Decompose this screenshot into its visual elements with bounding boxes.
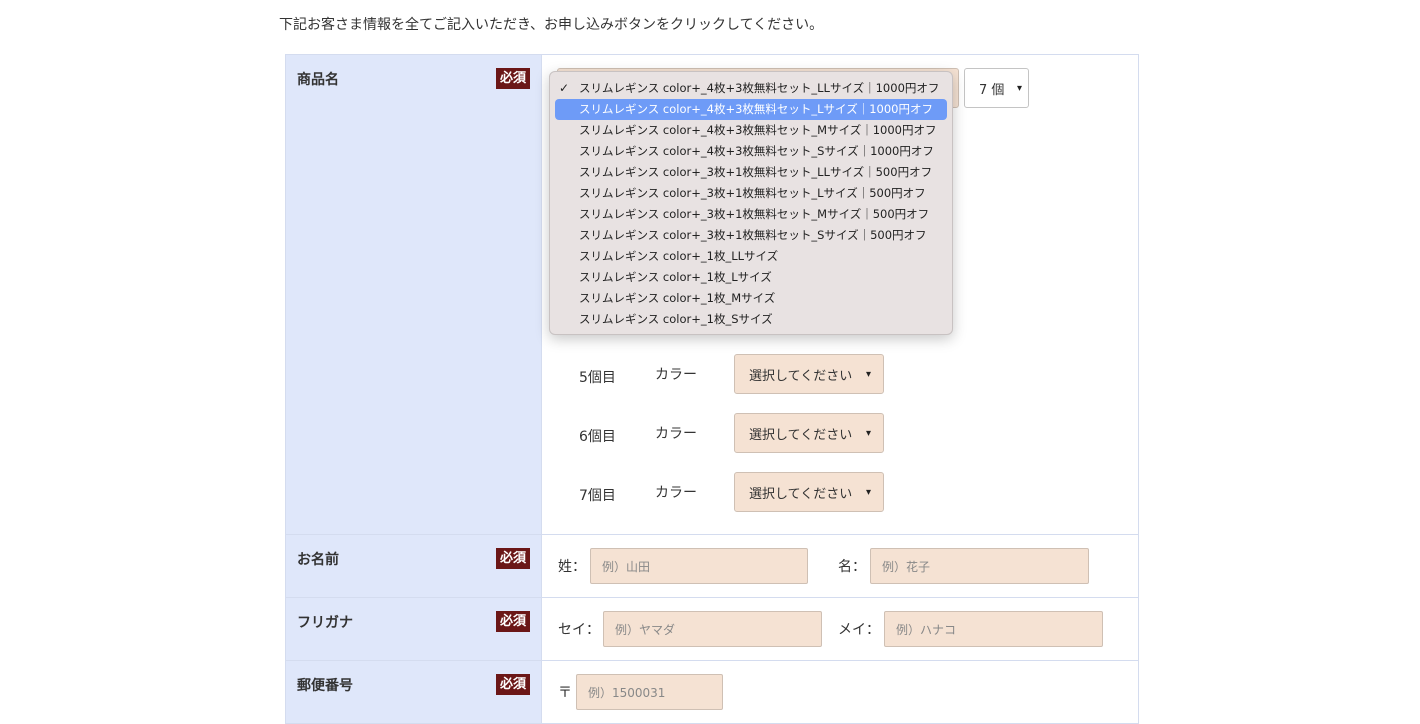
checkmark-icon: ✓ (559, 81, 570, 95)
color-label: カラー (655, 426, 697, 442)
dropdown-option[interactable]: ✓ スリムレギンス color+_4枚+3枚無料セット_LLサイズ｜1000円オフ (555, 78, 947, 99)
chevron-down-icon: ▾ (865, 427, 871, 439)
last-kana-label: セイ： (558, 622, 600, 638)
first-kana-label: メイ： (838, 622, 880, 638)
dropdown-option[interactable]: スリムレギンス color+_4枚+3枚無料セット_Lサイズ｜1000円オフ (555, 99, 947, 120)
dropdown-option-label: スリムレギンス color+_4枚+3枚無料セット_Mサイズ｜1000円オフ (579, 123, 937, 137)
dropdown-option[interactable]: スリムレギンス color+_1枚_Mサイズ (555, 288, 947, 309)
color-select-5[interactable]: 選択してください ▾ (734, 354, 884, 394)
kana-label: フリガナ (297, 615, 353, 631)
dropdown-option-label: スリムレギンス color+_4枚+3枚無料セット_Sサイズ｜1000円オフ (579, 144, 934, 158)
dropdown-option-label: スリムレギンス color+_1枚_LLサイズ (579, 249, 779, 263)
color-select-value: 選択してください (749, 486, 853, 502)
dropdown-option-label: スリムレギンス color+_1枚_Lサイズ (579, 270, 772, 284)
item-number: 7個目 (579, 488, 616, 504)
name-label-cell: お名前 必須 (286, 535, 542, 597)
dropdown-option[interactable]: スリムレギンス color+_1枚_Lサイズ (555, 267, 947, 288)
dropdown-option-label: スリムレギンス color+_3枚+1枚無料セット_Mサイズ｜500円オフ (579, 207, 930, 221)
dropdown-option[interactable]: スリムレギンス color+_3枚+1枚無料セット_LLサイズ｜500円オフ (555, 162, 947, 183)
dropdown-option-label: スリムレギンス color+_1枚_Sサイズ (579, 312, 773, 326)
zip-input[interactable]: 例）1500031 (576, 674, 723, 710)
color-label: カラー (655, 367, 697, 383)
zip-label-cell: 郵便番号 必須 (286, 661, 542, 723)
item-number: 5個目 (579, 370, 616, 386)
item-number: 6個目 (579, 429, 616, 445)
quantity-value: 7 個 (979, 82, 1005, 98)
required-badge: 必須 (495, 674, 530, 695)
chevron-down-icon: ▾ (865, 486, 871, 498)
dropdown-option[interactable]: スリムレギンス color+_4枚+3枚無料セット_Mサイズ｜1000円オフ (555, 120, 947, 141)
color-select-6[interactable]: 選択してください ▾ (734, 413, 884, 453)
first-kana-input[interactable]: 例）ハナコ (884, 611, 1103, 647)
postal-mark: 〒 (558, 685, 572, 701)
dropdown-option-label: スリムレギンス color+_1枚_Mサイズ (579, 291, 776, 305)
zip-row: 郵便番号 必須 〒 例）1500031 (286, 661, 1138, 724)
required-badge: 必須 (495, 548, 530, 569)
dropdown-option-label: スリムレギンス color+_3枚+1枚無料セット_LLサイズ｜500円オフ (579, 165, 933, 179)
required-badge: 必須 (495, 611, 530, 632)
dropdown-option[interactable]: スリムレギンス color+_1枚_Sサイズ (555, 309, 947, 330)
color-select-7[interactable]: 選択してください ▾ (734, 472, 884, 512)
product-label-cell: 商品名 必須 (286, 55, 542, 534)
dropdown-option[interactable]: スリムレギンス color+_4枚+3枚無料セット_Sサイズ｜1000円オフ (555, 141, 947, 162)
name-label: お名前 (297, 552, 339, 568)
product-dropdown-menu: ✓ スリムレギンス color+_4枚+3枚無料セット_LLサイズ｜1000円オフ… (549, 71, 953, 335)
last-name-input[interactable]: 例）山田 (590, 548, 808, 584)
intro-text: 下記お客さま情報を全てご記入いただき、お申し込みボタンをクリックしてください。 (279, 17, 824, 33)
kana-label-cell: フリガナ 必須 (286, 598, 542, 660)
zip-label: 郵便番号 (297, 678, 353, 694)
dropdown-option-label: スリムレギンス color+_4枚+3枚無料セット_Lサイズ｜1000円オフ (579, 102, 933, 116)
name-value-cell: 姓： 例）山田 名： 例）花子 (542, 535, 1138, 597)
dropdown-option[interactable]: スリムレギンス color+_3枚+1枚無料セット_Sサイズ｜500円オフ (555, 225, 947, 246)
dropdown-option[interactable]: スリムレギンス color+_3枚+1枚無料セット_Lサイズ｜500円オフ (555, 183, 947, 204)
dropdown-option-label: スリムレギンス color+_4枚+3枚無料セット_LLサイズ｜1000円オフ (579, 81, 940, 95)
color-label: カラー (655, 485, 697, 501)
chevron-down-icon: ▾ (865, 368, 871, 380)
quantity-select[interactable]: 7 個 ▾ (964, 68, 1029, 108)
product-label: 商品名 (297, 72, 339, 88)
dropdown-option-label: スリムレギンス color+_3枚+1枚無料セット_Lサイズ｜500円オフ (579, 186, 926, 200)
chevron-down-icon: ▾ (1016, 82, 1022, 94)
dropdown-option[interactable]: スリムレギンス color+_1枚_LLサイズ (555, 246, 947, 267)
first-name-label: 名： (838, 559, 866, 575)
color-select-value: 選択してください (749, 368, 853, 384)
kana-row: フリガナ 必須 セイ： 例）ヤマダ メイ： 例）ハナコ (286, 598, 1138, 661)
required-badge: 必須 (495, 68, 530, 89)
dropdown-option-label: スリムレギンス color+_3枚+1枚無料セット_Sサイズ｜500円オフ (579, 228, 927, 242)
dropdown-option[interactable]: スリムレギンス color+_3枚+1枚無料セット_Mサイズ｜500円オフ (555, 204, 947, 225)
zip-value-cell: 〒 例）1500031 (542, 661, 1138, 723)
last-name-label: 姓： (558, 559, 586, 575)
color-select-value: 選択してください (749, 427, 853, 443)
last-kana-input[interactable]: 例）ヤマダ (603, 611, 822, 647)
name-row: お名前 必須 姓： 例）山田 名： 例）花子 (286, 535, 1138, 598)
kana-value-cell: セイ： 例）ヤマダ メイ： 例）ハナコ (542, 598, 1138, 660)
first-name-input[interactable]: 例）花子 (870, 548, 1089, 584)
